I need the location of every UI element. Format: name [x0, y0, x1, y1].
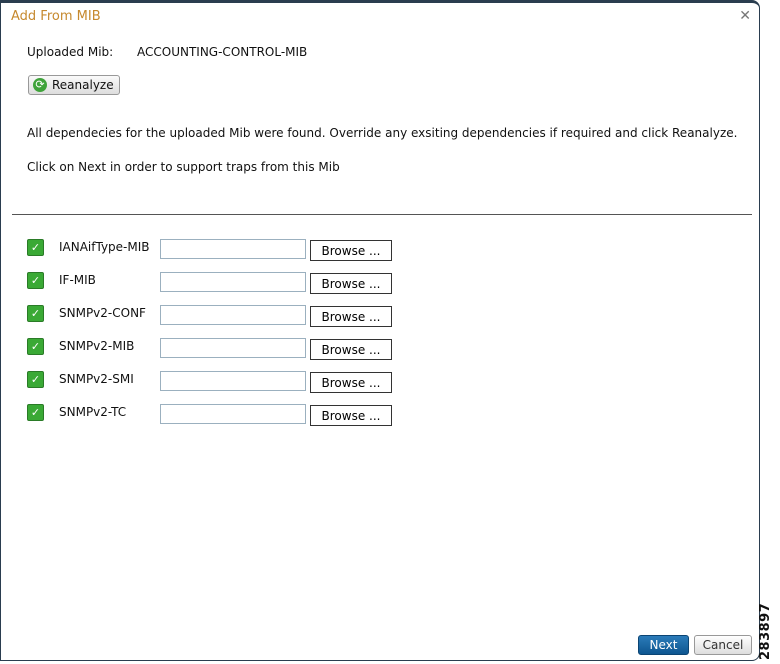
divider	[12, 214, 752, 215]
close-icon[interactable]: ✕	[739, 8, 751, 24]
browse-button[interactable]: Browse ...	[310, 372, 392, 393]
dependency-row: ✓ SNMPv2-TC Browse ...	[27, 404, 407, 426]
dependency-name: SNMPv2-SMI	[59, 372, 134, 386]
dependency-checkbox[interactable]: ✓	[27, 239, 44, 256]
next-instruction: Click on Next in order to support traps …	[27, 160, 340, 174]
dependency-name: SNMPv2-CONF	[59, 306, 146, 320]
dependency-checkbox[interactable]: ✓	[27, 404, 44, 421]
dependency-row: ✓ SNMPv2-MIB Browse ...	[27, 338, 407, 360]
add-from-mib-dialog: Add From MIB ✕ Uploaded Mib: ACCOUNTING-…	[0, 0, 760, 661]
dependency-row: ✓ IANAifType-MIB Browse ...	[27, 239, 407, 261]
dependency-path-input[interactable]	[160, 239, 306, 259]
dependency-path-input[interactable]	[160, 305, 306, 325]
cancel-button[interactable]: Cancel	[694, 635, 752, 655]
browse-button[interactable]: Browse ...	[310, 405, 392, 426]
dependency-row: ✓ IF-MIB Browse ...	[27, 272, 407, 294]
refresh-icon: ⟳	[33, 78, 47, 92]
dependency-name: IANAifType-MIB	[59, 240, 150, 254]
browse-button[interactable]: Browse ...	[310, 273, 392, 294]
dependency-path-input[interactable]	[160, 338, 306, 358]
figure-id: 283897	[758, 602, 773, 660]
browse-button[interactable]: Browse ...	[310, 306, 392, 327]
dependency-checkbox[interactable]: ✓	[27, 305, 44, 322]
dialog-title: Add From MIB	[11, 9, 101, 24]
uploaded-mib-label: Uploaded Mib:	[27, 45, 114, 59]
dependency-checkbox[interactable]: ✓	[27, 338, 44, 355]
next-button[interactable]: Next	[638, 635, 689, 655]
dependency-row: ✓ SNMPv2-SMI Browse ...	[27, 371, 407, 393]
browse-button[interactable]: Browse ...	[310, 240, 392, 261]
dependency-name: SNMPv2-MIB	[59, 339, 135, 353]
reanalyze-label: Reanalyze	[52, 78, 114, 92]
dependency-row: ✓ SNMPv2-CONF Browse ...	[27, 305, 407, 327]
dependency-path-input[interactable]	[160, 404, 306, 424]
dependency-path-input[interactable]	[160, 272, 306, 292]
uploaded-mib-value: ACCOUNTING-CONTROL-MIB	[137, 45, 308, 59]
dependencies-message: All dependecies for the uploaded Mib wer…	[27, 126, 738, 140]
browse-button[interactable]: Browse ...	[310, 339, 392, 360]
reanalyze-button[interactable]: ⟳ Reanalyze	[28, 75, 120, 95]
dependency-checkbox[interactable]: ✓	[27, 272, 44, 289]
dependency-checkbox[interactable]: ✓	[27, 371, 44, 388]
dependency-name: SNMPv2-TC	[59, 405, 127, 419]
dependency-path-input[interactable]	[160, 371, 306, 391]
dependency-name: IF-MIB	[59, 273, 96, 287]
